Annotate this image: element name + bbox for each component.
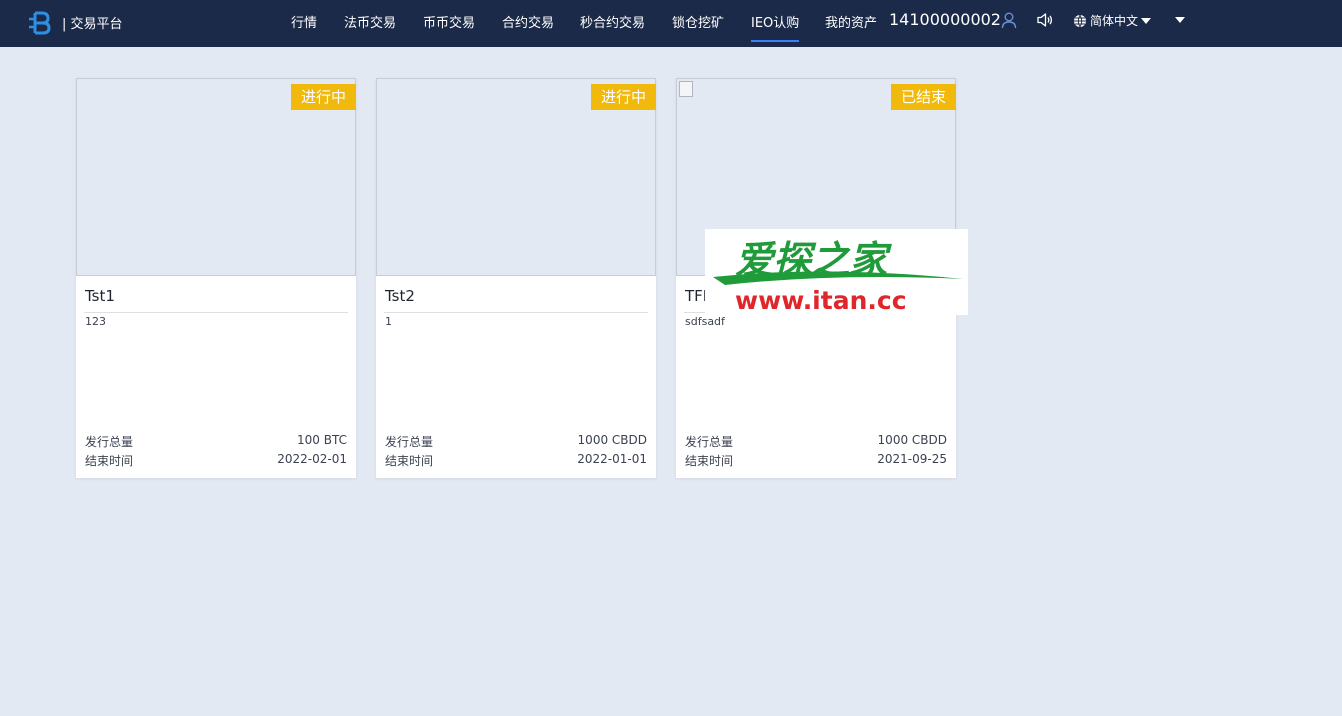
top-navbar: | 交易平台 行情 法币交易 币币交易 合约交易 秒合约交易 锁仓挖矿 IEO认… bbox=[0, 0, 1342, 47]
language-selector[interactable]: 简体中文 bbox=[1073, 12, 1152, 29]
card-divider bbox=[84, 312, 348, 313]
nav-item-lock-mining[interactable]: 锁仓挖矿 bbox=[672, 12, 724, 31]
globe-icon bbox=[1074, 14, 1086, 27]
nav-item-market[interactable]: 行情 bbox=[291, 12, 317, 31]
end-time-label: 结束时间 bbox=[685, 454, 734, 468]
status-badge: 进行中 bbox=[590, 84, 656, 110]
card-description: 1 bbox=[385, 315, 392, 328]
total-supply-value: 1000 CBDD bbox=[577, 433, 647, 447]
total-supply-row: 发行总量 1000 CBDD bbox=[685, 433, 947, 450]
brand-name: | 交易平台 bbox=[62, 17, 123, 32]
total-supply-row: 发行总量 100 BTC bbox=[85, 433, 347, 450]
language-label: 简体中文 bbox=[1090, 14, 1139, 28]
nav-item-second-contract[interactable]: 秒合约交易 bbox=[580, 12, 645, 31]
account-phone[interactable]: 14100000002 bbox=[889, 10, 1001, 29]
chevron-down-icon bbox=[1141, 17, 1152, 24]
logo-icon[interactable] bbox=[26, 9, 54, 37]
card-divider bbox=[384, 312, 648, 313]
end-time-row: 结束时间 2022-01-01 bbox=[385, 452, 647, 469]
status-badge: 已结束 bbox=[890, 84, 956, 110]
caret-down-icon[interactable] bbox=[1175, 17, 1185, 23]
total-supply-value: 1000 CBDD bbox=[877, 433, 947, 447]
total-supply-value: 100 BTC bbox=[297, 433, 347, 447]
nav-item-coin-trading[interactable]: 币币交易 bbox=[423, 12, 475, 31]
card-title: Tst1 bbox=[85, 287, 115, 305]
nav-item-my-assets[interactable]: 我的资产 bbox=[825, 12, 877, 31]
watermark-logo: 爱探之家 www.itan.cc bbox=[705, 229, 968, 315]
end-time-label: 结束时间 bbox=[385, 454, 434, 468]
end-time-row: 结束时间 2022-02-01 bbox=[85, 452, 347, 469]
end-time-value: 2021-09-25 bbox=[877, 452, 947, 466]
card-description: sdfsadf bbox=[685, 315, 725, 328]
ieo-card[interactable]: 进行中 Tst1 123 发行总量 100 BTC 结束时间 2022-02-0… bbox=[76, 78, 356, 478]
ieo-card[interactable]: 进行中 Tst2 1 发行总量 1000 CBDD 结束时间 2022-01-0… bbox=[376, 78, 656, 478]
status-badge: 进行中 bbox=[290, 84, 356, 110]
total-supply-label: 发行总量 bbox=[685, 435, 734, 449]
end-time-label: 结束时间 bbox=[85, 454, 134, 468]
watermark-url: www.itan.cc bbox=[735, 286, 907, 315]
nav-item-fiat-trading[interactable]: 法币交易 bbox=[344, 12, 396, 31]
card-title: TFI bbox=[685, 287, 708, 305]
user-icon[interactable] bbox=[1000, 11, 1018, 29]
end-time-value: 2022-01-01 bbox=[577, 452, 647, 466]
nav-item-contract-trading[interactable]: 合约交易 bbox=[502, 12, 554, 31]
total-supply-row: 发行总量 1000 CBDD bbox=[385, 433, 647, 450]
end-time-row: 结束时间 2021-09-25 bbox=[685, 452, 947, 469]
total-supply-label: 发行总量 bbox=[385, 435, 434, 449]
card-title: Tst2 bbox=[385, 287, 415, 305]
speaker-icon[interactable] bbox=[1036, 11, 1054, 29]
total-supply-label: 发行总量 bbox=[85, 435, 134, 449]
card-description: 123 bbox=[85, 315, 106, 328]
nav-item-ieo[interactable]: IEO认购 bbox=[751, 12, 800, 42]
broken-image-icon bbox=[679, 81, 693, 97]
end-time-value: 2022-02-01 bbox=[277, 452, 347, 466]
